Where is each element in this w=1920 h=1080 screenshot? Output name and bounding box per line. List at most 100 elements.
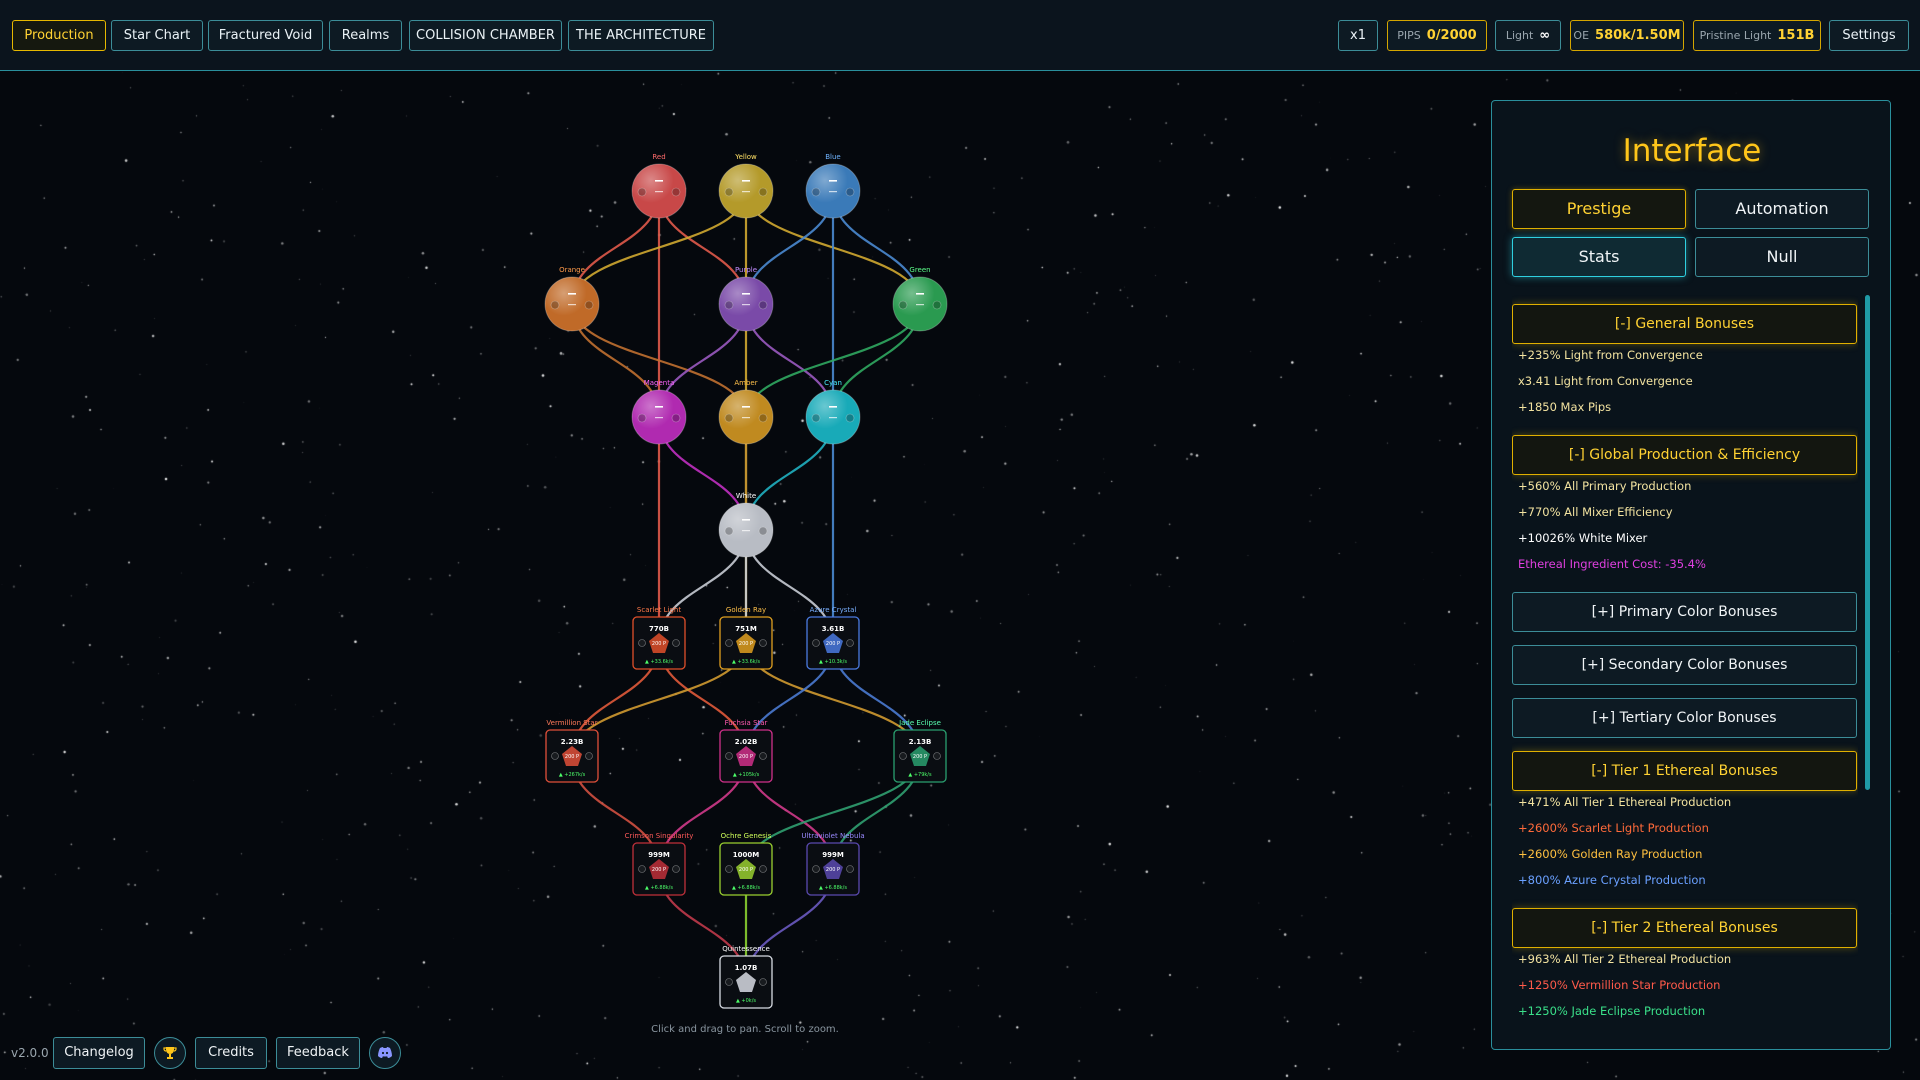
node-value: 999M — [822, 851, 844, 859]
plus-button[interactable] — [845, 413, 855, 423]
settings-button[interactable]: Settings — [1829, 20, 1909, 51]
node-value: 2.02B — [735, 738, 758, 746]
bonus-item: +235% Light from Convergence — [1518, 348, 1703, 362]
bonus-item: Ethereal Ingredient Cost: -35.4% — [1518, 557, 1706, 571]
speed-multiplier-button[interactable]: x1 — [1338, 20, 1378, 51]
plus-button[interactable] — [758, 526, 768, 536]
section-secondary-color-bonuses[interactable]: [+] Secondary Color Bonuses — [1512, 645, 1857, 685]
tab-fractured-void[interactable]: Fractured Void — [208, 20, 323, 51]
minus-button[interactable] — [724, 300, 734, 310]
node-rate: ▲ +105k/s — [733, 772, 760, 778]
minus-button[interactable] — [898, 300, 908, 310]
plus-button[interactable] — [585, 752, 593, 760]
tab-realms[interactable]: Realms — [329, 20, 402, 51]
tab-the-architecture[interactable]: THE ARCHITECTURE — [568, 20, 714, 51]
minus-button[interactable] — [637, 413, 647, 423]
section-general-bonuses[interactable]: [-] General Bonuses — [1512, 304, 1857, 344]
bonus-item: x3.41 Light from Convergence — [1518, 374, 1693, 388]
plus-button[interactable] — [759, 865, 767, 873]
pristine-light-counter: Pristine Light 151B — [1693, 20, 1821, 51]
node-rate: ▲ +6.88k/s — [732, 885, 760, 891]
plus-button[interactable] — [759, 978, 767, 986]
plus-button[interactable] — [584, 300, 594, 310]
section-tertiary-color-bonuses[interactable]: [+] Tertiary Color Bonuses — [1512, 698, 1857, 738]
minus-button[interactable] — [725, 978, 733, 986]
section-global-production[interactable]: [-] Global Production & Efficiency — [1512, 435, 1857, 475]
minus-button[interactable] — [812, 639, 820, 647]
tab-star-chart[interactable]: Star Chart — [111, 20, 203, 51]
minus-button[interactable] — [812, 865, 820, 873]
plus-button[interactable] — [846, 865, 854, 873]
node-level-dash — [655, 180, 663, 182]
bonus-item: +1850 Max Pips — [1518, 400, 1612, 414]
minus-button[interactable] — [637, 187, 647, 197]
pristine-light-value: 151B — [1777, 28, 1815, 43]
node-value: 3.61B — [822, 625, 845, 633]
plus-button[interactable] — [845, 187, 855, 197]
credits-button[interactable]: Credits — [195, 1037, 267, 1069]
plus-button[interactable] — [932, 300, 942, 310]
plus-button[interactable] — [933, 752, 941, 760]
stats-bonus-list[interactable]: [-] General Bonuses +235% Light from Con… — [1512, 295, 1858, 1040]
section-primary-color-bonuses[interactable]: [+] Primary Color Bonuses — [1512, 592, 1857, 632]
minus-button[interactable] — [724, 526, 734, 536]
plus-button[interactable] — [758, 413, 768, 423]
tab-prestige[interactable]: Prestige — [1512, 189, 1686, 229]
node-red[interactable]: Red — [631, 153, 687, 219]
node-blue[interactable]: Blue — [805, 153, 861, 219]
trophy-button[interactable] — [154, 1037, 186, 1069]
plus-button[interactable] — [672, 865, 680, 873]
minus-button[interactable] — [899, 752, 907, 760]
minus-button[interactable] — [638, 865, 646, 873]
feedback-button[interactable]: Feedback — [276, 1037, 360, 1069]
bonus-item: +2600% Scarlet Light Production — [1518, 821, 1709, 835]
bonus-item: +560% All Primary Production — [1518, 479, 1692, 493]
node-label: Ochre Genesis — [721, 832, 772, 840]
discord-button[interactable] — [369, 1037, 401, 1069]
plus-button[interactable] — [846, 639, 854, 647]
node-level-dash — [829, 406, 837, 408]
production-tree[interactable]: Red Yellow Blue Orange Purple Green Magenta Amb… — [0, 72, 1490, 1080]
node-label: Green — [909, 266, 930, 274]
minus-button[interactable] — [551, 752, 559, 760]
section-tier2-ethereal-bonuses[interactable]: [-] Tier 2 Ethereal Bonuses — [1512, 908, 1857, 948]
tab-collision-chamber[interactable]: COLLISION CHAMBER — [409, 20, 562, 51]
node-value: 2.23B — [561, 738, 584, 746]
plus-button[interactable] — [758, 187, 768, 197]
light-value: ∞ — [1539, 28, 1551, 43]
node-value: 2.13B — [909, 738, 932, 746]
panel-scrollbar[interactable] — [1865, 295, 1870, 790]
minus-button[interactable] — [724, 413, 734, 423]
node-value-dash — [568, 304, 576, 306]
node-label: Golden Ray — [726, 606, 766, 614]
minus-button[interactable] — [811, 413, 821, 423]
minus-button[interactable] — [725, 865, 733, 873]
node-yellow[interactable]: Yellow — [718, 153, 774, 219]
node-label: Azure Crystal — [810, 606, 857, 614]
plus-button[interactable] — [672, 639, 680, 647]
tab-automation[interactable]: Automation — [1695, 189, 1869, 229]
node-crimson[interactable]: Crimson Singularity 999M 200 P ▲ +6.88k/s — [625, 832, 694, 896]
tab-stats[interactable]: Stats — [1512, 237, 1686, 277]
node-fuchsia[interactable]: Fuchsia Star 2.02B 200 P ▲ +105k/s — [719, 719, 773, 783]
minus-button[interactable] — [638, 639, 646, 647]
node-ultraviolet[interactable]: Ultraviolet Nebula 999M 200 P ▲ +6.88k/s — [801, 832, 865, 896]
node-value-dash — [655, 417, 663, 419]
tab-null[interactable]: Null — [1695, 237, 1869, 277]
plus-button[interactable] — [671, 187, 681, 197]
bonus-item: +1250% Vermillion Star Production — [1518, 978, 1721, 992]
node-cost: 200 P — [826, 641, 840, 647]
node-level-dash — [742, 519, 750, 521]
plus-button[interactable] — [758, 300, 768, 310]
minus-button[interactable] — [811, 187, 821, 197]
minus-button[interactable] — [724, 187, 734, 197]
minus-button[interactable] — [725, 752, 733, 760]
minus-button[interactable] — [550, 300, 560, 310]
minus-button[interactable] — [725, 639, 733, 647]
plus-button[interactable] — [671, 413, 681, 423]
plus-button[interactable] — [759, 752, 767, 760]
changelog-button[interactable]: Changelog — [53, 1037, 145, 1069]
section-tier1-ethereal-bonuses[interactable]: [-] Tier 1 Ethereal Bonuses — [1512, 751, 1857, 791]
tab-production[interactable]: Production — [12, 20, 106, 51]
plus-button[interactable] — [759, 639, 767, 647]
